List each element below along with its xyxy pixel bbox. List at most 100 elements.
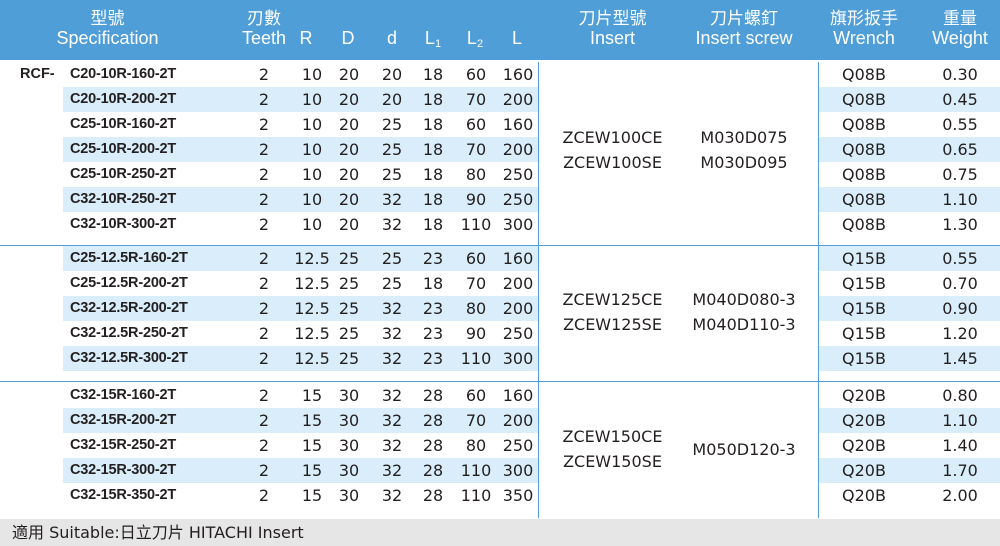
cell-spec: C32-15R-250-2T — [70, 437, 176, 453]
cell-r: 10 — [301, 65, 323, 84]
cell-l1: 28 — [422, 411, 444, 430]
screw-group-2: M040D080-3 M040D110-3 — [684, 287, 804, 337]
header-wrench-en: Wrench — [833, 28, 895, 48]
cell-wrench: Q15B — [842, 274, 886, 293]
cell-r: 12.5 — [294, 299, 330, 318]
screw-model: M040D110-3 — [692, 315, 796, 334]
cell-l1: 28 — [422, 386, 444, 405]
cell-wrench: Q15B — [842, 249, 886, 268]
header-wrench: 旗形扳手 Wrench — [818, 10, 910, 48]
cell-l1: 28 — [422, 486, 444, 505]
cell-l: 160 — [502, 249, 534, 268]
cell-wrench: Q20B — [842, 436, 886, 455]
cell-r: 15 — [301, 386, 323, 405]
cell-wrench: Q08B — [842, 65, 886, 84]
cell-weight: 0.75 — [942, 165, 978, 184]
cell-d: 32 — [381, 299, 403, 318]
cell-spec: C32-12.5R-250-2T — [70, 325, 188, 341]
cell-l1: 18 — [422, 90, 444, 109]
cell-D: 25 — [338, 349, 360, 368]
header-screw-zh: 刀片螺釘 — [710, 9, 778, 29]
cell-teeth: 2 — [258, 461, 270, 480]
cell-d: 25 — [381, 249, 403, 268]
footer-text: 適用 Suitable:日立刀片 HITACHI Insert — [12, 523, 304, 542]
cell-l: 250 — [502, 190, 534, 209]
header-l2-main: L — [466, 28, 477, 48]
cell-l2: 60 — [465, 115, 487, 134]
cell-l: 300 — [502, 461, 534, 480]
cell-teeth: 2 — [258, 386, 270, 405]
insert-model: ZCEW150SE — [563, 452, 662, 471]
screw-model: M030D075 — [700, 128, 788, 147]
cell-d: 32 — [381, 386, 403, 405]
cell-teeth: 2 — [258, 249, 270, 268]
cell-D: 25 — [338, 274, 360, 293]
header-insert-screw: 刀片螺釘 Insert screw — [684, 10, 804, 48]
cell-l1: 18 — [422, 65, 444, 84]
cell-wrench: Q08B — [842, 190, 886, 209]
cell-l2: 70 — [465, 411, 487, 430]
cell-teeth: 2 — [258, 140, 270, 159]
cell-D: 20 — [338, 90, 360, 109]
cell-teeth: 2 — [258, 436, 270, 455]
header-weight-zh: 重量 — [943, 9, 977, 29]
cell-l1: 23 — [422, 249, 444, 268]
cell-teeth: 2 — [258, 411, 270, 430]
cell-teeth: 2 — [258, 90, 270, 109]
cell-l: 160 — [502, 115, 534, 134]
cell-teeth: 2 — [258, 324, 270, 343]
cell-wrench: Q20B — [842, 411, 886, 430]
cell-l2: 70 — [465, 274, 487, 293]
cell-l: 200 — [502, 411, 534, 430]
insert-model: ZCEW150CE — [562, 427, 663, 446]
screw-model: M030D095 — [700, 153, 788, 172]
cell-weight: 0.55 — [942, 115, 978, 134]
cell-r: 15 — [301, 411, 323, 430]
group-separator — [0, 381, 1000, 382]
cell-l1: 18 — [422, 140, 444, 159]
cell-l: 350 — [502, 486, 534, 505]
cell-l2: 80 — [465, 299, 487, 318]
cell-r: 12.5 — [294, 349, 330, 368]
column-separator — [538, 62, 539, 518]
header-insert-en: Insert — [589, 28, 636, 48]
cell-l1: 23 — [422, 299, 444, 318]
cell-l2: 70 — [465, 140, 487, 159]
screw-group-3: M050D120-3 — [684, 437, 804, 462]
cell-l: 200 — [502, 90, 534, 109]
header-teeth: 刃數 Teeth — [236, 10, 292, 48]
cell-l: 200 — [502, 274, 534, 293]
cell-r: 10 — [301, 165, 323, 184]
cell-r: 15 — [301, 486, 323, 505]
header-l2: L2 — [460, 29, 490, 54]
cell-l1: 18 — [422, 215, 444, 234]
cell-l2: 90 — [465, 324, 487, 343]
header-spec-en: Specification — [56, 28, 159, 48]
cell-l: 200 — [502, 140, 534, 159]
cell-d: 20 — [381, 65, 403, 84]
cell-weight: 0.70 — [942, 274, 978, 293]
cell-D: 25 — [338, 299, 360, 318]
cell-r: 12.5 — [294, 249, 330, 268]
cell-weight: 2.00 — [942, 486, 978, 505]
header-l: L — [511, 28, 522, 48]
cell-spec: C20-10R-200-2T — [70, 91, 176, 107]
cell-spec: C32-15R-200-2T — [70, 412, 176, 428]
cell-l: 250 — [502, 324, 534, 343]
cell-weight: 1.70 — [942, 461, 978, 480]
cell-l: 300 — [502, 215, 534, 234]
group-separator — [0, 245, 1000, 246]
cell-weight: 1.30 — [942, 215, 978, 234]
cell-r: 10 — [301, 215, 323, 234]
spec-table: 型號 Specification 刃數 Teeth R D d L1 L2 L … — [0, 0, 1000, 546]
cell-d: 32 — [381, 411, 403, 430]
cell-spec: C25-12.5R-200-2T — [70, 275, 188, 291]
cell-teeth: 2 — [258, 274, 270, 293]
cell-wrench: Q08B — [842, 140, 886, 159]
cell-l2: 110 — [460, 215, 492, 234]
cell-l2: 110 — [460, 349, 492, 368]
cell-wrench: Q08B — [842, 90, 886, 109]
cell-d: 25 — [381, 274, 403, 293]
cell-weight: 0.55 — [942, 249, 978, 268]
cell-l2: 80 — [465, 436, 487, 455]
